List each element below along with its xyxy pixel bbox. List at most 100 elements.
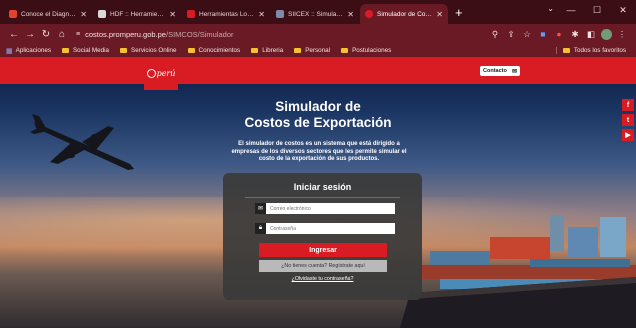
folder-icon xyxy=(251,48,259,53)
peru-logo: perú xyxy=(146,69,176,78)
close-window-button[interactable]: ✕ xyxy=(610,0,636,22)
minimize-button[interactable]: — xyxy=(558,0,584,22)
site-header xyxy=(0,57,636,84)
forward-icon[interactable]: → xyxy=(22,29,38,40)
folder-icon xyxy=(341,48,349,53)
facebook-icon[interactable]: f xyxy=(622,99,634,111)
reload-icon[interactable]: ↻ xyxy=(38,29,54,40)
bookmark-apps[interactable]: ▦ Aplicaciones xyxy=(6,47,51,55)
bookmark-label: Todos los favoritos xyxy=(573,47,626,54)
toolbar-icons: ⚲ ⇪ ☆ ■ ● ✱ ◧ ⋮ xyxy=(489,28,628,40)
tab-label: Simulador de Costos - P xyxy=(377,10,433,18)
profile-avatar[interactable] xyxy=(601,28,612,40)
new-tab-button[interactable]: + xyxy=(455,4,463,24)
browser-tab[interactable]: Conoce el Diagnóstico P ✕ xyxy=(4,4,92,24)
maximize-button[interactable]: ☐ xyxy=(584,0,610,22)
tab-label: HDF :: Herramienta de D xyxy=(110,10,167,18)
tab-close-icon[interactable]: ✕ xyxy=(80,10,87,19)
extension-icon[interactable]: ■ xyxy=(537,29,549,39)
logo-tab[interactable]: perú xyxy=(144,57,178,90)
bookmark-folder[interactable]: Libreria xyxy=(251,47,283,54)
register-button[interactable]: ¿No tienes cuenta? Regístrate aquí xyxy=(259,260,387,272)
side-panel-icon[interactable]: ◧ xyxy=(585,29,597,40)
folder-icon xyxy=(294,48,302,53)
email-field-group: ✉ xyxy=(255,203,395,214)
share-icon[interactable]: ⇪ xyxy=(505,29,517,40)
bookmark-folder[interactable]: Servicios Online xyxy=(120,47,177,54)
tab-favicon-icon xyxy=(276,10,284,18)
bookmark-label: Social Media xyxy=(72,47,110,54)
title-line-2: Costos de Exportación xyxy=(244,115,392,130)
bookmark-folder[interactable]: Postulaciones xyxy=(341,47,391,54)
bookmark-label: Servicios Online xyxy=(131,47,177,54)
contact-label: Contacto xyxy=(483,68,507,74)
login-panel: Iniciar sesión ✉ 🔒︎ Ingresar ¿No tienes … xyxy=(223,173,422,300)
apps-grid-icon: ▦ xyxy=(6,47,13,55)
envelope-icon: ✉ xyxy=(511,68,517,75)
bookmark-folder[interactable]: Personal xyxy=(294,47,330,54)
window-controls: — ☐ ✕ xyxy=(558,0,636,22)
browser-tab-active[interactable]: Simulador de Costos - P ✕ xyxy=(360,4,448,24)
bookmark-all-folder[interactable]: Todos los favoritos xyxy=(555,47,626,54)
login-title: Iniciar sesión xyxy=(293,182,352,192)
airplane-image xyxy=(30,114,134,170)
tab-label: Conoce el Diagnóstico P xyxy=(21,10,78,18)
bookmark-label: Libreria xyxy=(262,47,284,54)
home-icon[interactable]: ⌂ xyxy=(54,29,70,40)
folder-icon xyxy=(61,48,69,53)
bookmark-label: Personal xyxy=(305,47,331,54)
tab-label: Herramientas Logísticas xyxy=(199,10,256,18)
tab-favicon-icon xyxy=(187,10,195,18)
tab-bar: Conoce el Diagnóstico P ✕ HDF :: Herrami… xyxy=(0,0,636,24)
youtube-icon[interactable]: ▶ xyxy=(622,129,634,141)
tab-search-icon[interactable]: ⌄ xyxy=(547,4,554,13)
folder-icon xyxy=(562,48,570,53)
contact-button[interactable]: Contacto ✉ xyxy=(480,66,520,76)
tab-close-icon[interactable]: ✕ xyxy=(258,10,265,19)
folder-icon xyxy=(120,48,128,53)
email-input[interactable] xyxy=(266,203,395,214)
bookmark-label: Conocimientos xyxy=(198,47,241,54)
menu-kebab-icon[interactable]: ⋮ xyxy=(616,29,628,40)
url-host: costos.promperu.gob.pe xyxy=(85,29,166,39)
bookmarks-bar: ▦ Aplicaciones Social Media Servicios On… xyxy=(0,44,636,57)
extension-icon[interactable]: ● xyxy=(553,29,565,39)
social-links: f t ▶ xyxy=(622,99,634,141)
bookmark-star-icon[interactable]: ☆ xyxy=(521,29,533,40)
site-info-icon[interactable]: ≡ xyxy=(76,31,80,38)
tab-favicon-icon xyxy=(9,10,17,18)
zoom-icon[interactable]: ⚲ xyxy=(489,29,501,40)
page-title: Simulador de Costos de Exportación xyxy=(218,99,418,131)
bookmark-label: Aplicaciones xyxy=(15,47,51,54)
bookmark-label: Postulaciones xyxy=(352,47,392,54)
forgot-password-link[interactable]: ¿Olvidaste tu contraseña? xyxy=(223,276,422,282)
url-field[interactable]: ≡ costos.promperu.gob.pe /SIMCOS/Simulad… xyxy=(76,26,489,42)
back-icon[interactable]: ← xyxy=(6,29,22,40)
bookmark-folder[interactable]: Social Media xyxy=(61,47,110,54)
folder-icon xyxy=(187,48,195,53)
bookmark-folder[interactable]: Conocimientos xyxy=(187,47,241,54)
envelope-icon: ✉ xyxy=(255,203,266,214)
tab-favicon-icon xyxy=(98,10,106,18)
tab-close-icon[interactable]: ✕ xyxy=(436,10,443,19)
lock-icon: 🔒︎ xyxy=(255,223,266,234)
tab-close-icon[interactable]: ✕ xyxy=(347,10,354,19)
address-bar: ← → ↻ ⌂ ≡ costos.promperu.gob.pe /SIMCOS… xyxy=(0,24,636,44)
web-page: perú Contacto ✉ f t ▶ Simulador de Costo… xyxy=(0,57,636,328)
page-description: El simulador de costos es un sistema que… xyxy=(231,141,407,162)
browser-tab[interactable]: HDF :: Herramienta de D ✕ xyxy=(93,4,181,24)
password-input[interactable] xyxy=(266,223,395,234)
divider xyxy=(245,197,400,198)
password-field-group: 🔒︎ xyxy=(255,223,395,234)
extensions-puzzle-icon[interactable]: ✱ xyxy=(569,29,581,40)
tab-favicon-icon xyxy=(365,10,373,18)
browser-tab[interactable]: SIICEX :: Simulador de R ✕ xyxy=(271,4,359,24)
peru-swirl-icon xyxy=(146,69,156,78)
browser-tab[interactable]: Herramientas Logísticas ✕ xyxy=(182,4,270,24)
container-ship-image xyxy=(400,215,636,328)
url-path: /SIMCOS/Simulador xyxy=(165,29,234,39)
login-button[interactable]: Ingresar xyxy=(259,243,387,257)
twitter-icon[interactable]: t xyxy=(622,114,634,126)
tab-close-icon[interactable]: ✕ xyxy=(169,10,176,19)
logo-text: perú xyxy=(156,69,176,78)
